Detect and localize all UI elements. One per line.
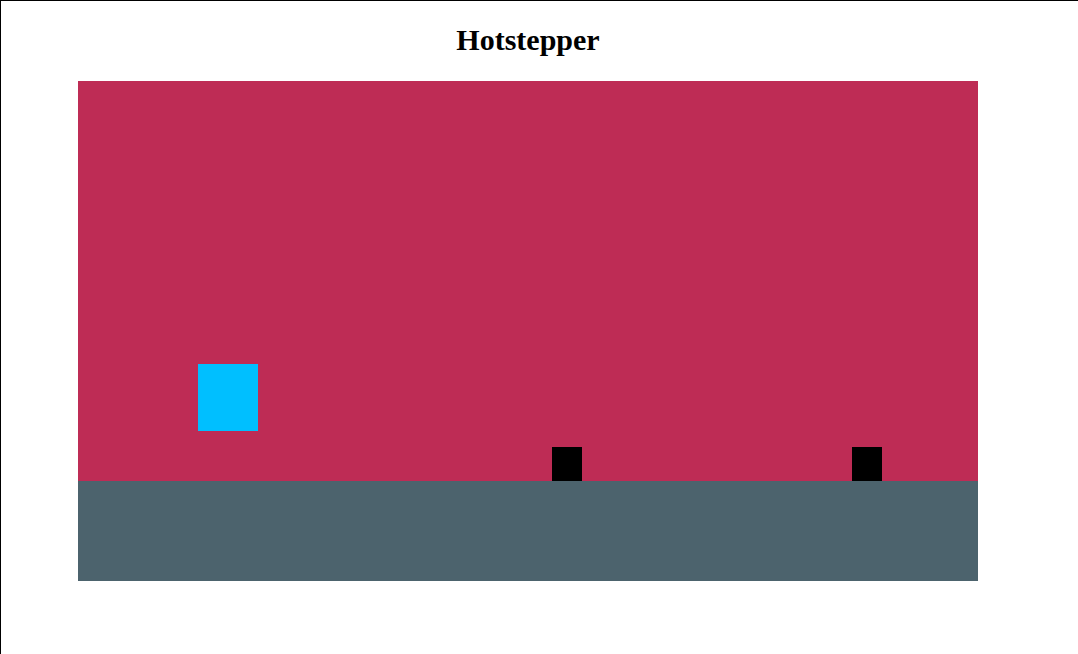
obstacle-row (78, 447, 882, 481)
game-canvas[interactable] (78, 81, 978, 581)
ground (78, 481, 978, 581)
player (198, 364, 258, 431)
sky (78, 81, 978, 481)
obstacle (552, 447, 582, 481)
game-column: Hotstepper (78, 1, 978, 581)
game-title: Hotstepper (78, 22, 978, 58)
page: Hotstepper (0, 0, 1078, 654)
obstacle (852, 447, 882, 481)
